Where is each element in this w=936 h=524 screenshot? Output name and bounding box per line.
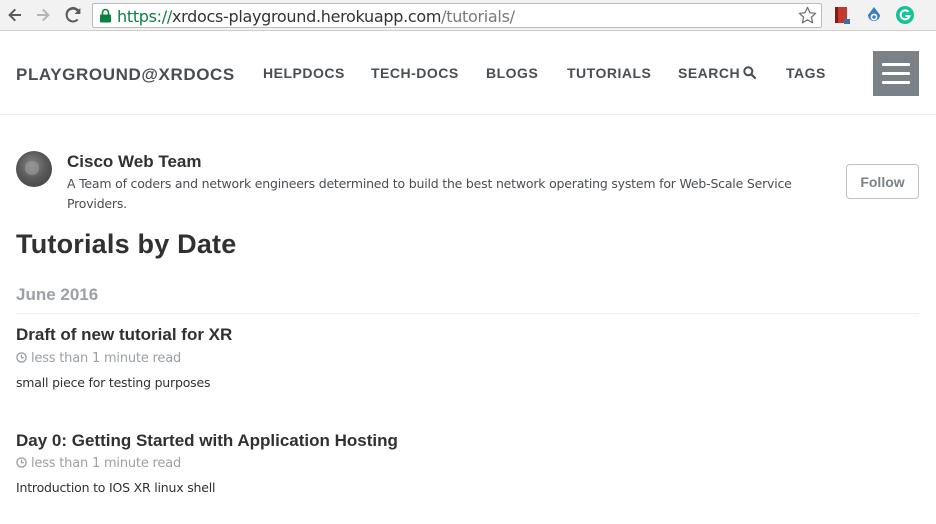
post-title-link[interactable]: Day 0: Getting Started with Application … [16,431,398,451]
author-avatar [16,151,52,187]
page-title: Tutorials by Date [16,229,237,259]
arrow-left-icon [8,8,21,22]
clock-icon [16,457,27,468]
nav-link-helpdocs[interactable]: HELPDOCS [263,65,345,81]
reload-button[interactable] [62,4,84,26]
hamburger-line-icon [882,72,910,75]
hamburger-menu-button[interactable] [873,51,919,96]
droplet-extension-icon[interactable] [864,5,884,25]
url-path: /tutorials/ [441,7,515,26]
archive-group-title: June 2016 [16,285,99,304]
bookmark-star-icon[interactable] [798,6,817,25]
forward-button[interactable] [32,4,54,26]
post-read-time: less than 1 minute read [16,456,181,471]
hamburger-line-icon [882,81,910,84]
grammarly-extension-icon[interactable] [895,5,915,25]
address-bar[interactable]: https://xrdocs-playground.herokuapp.com/… [92,3,822,28]
divider [16,313,919,314]
author-bio: A Team of coders and network engineers d… [67,176,792,211]
author-name: Cisco Web Team [67,152,202,171]
nav-link-blogs[interactable]: BLOGS [486,65,538,81]
site-masthead: PLAYGROUND@XRDOCS HELPDOCS TECH-DOCS BLO… [0,31,936,115]
reload-icon [65,7,81,23]
hamburger-line-icon [882,63,910,66]
url-text: https://xrdocs-playground.herokuapp.com/… [117,7,515,26]
back-button[interactable] [4,4,26,26]
lock-icon [100,8,111,23]
nav-link-tags[interactable]: TAGS [786,65,826,81]
post-read-time: less than 1 minute read [16,351,181,366]
nav-link-tutorials[interactable]: TUTORIALS [567,65,651,81]
post-excerpt: Introduction to IOS XR linux shell [16,480,216,495]
site-title-link[interactable]: PLAYGROUND@XRDOCS [16,65,235,85]
nav-link-tech-docs[interactable]: TECH-DOCS [371,65,459,81]
nav-search-label: SEARCH [678,65,741,81]
bookmark-extension-icon[interactable] [832,5,852,25]
read-time-label: less than 1 minute read [31,456,182,471]
post-title-link[interactable]: Draft of new tutorial for XR [16,325,232,345]
browser-toolbar: https://xrdocs-playground.herokuapp.com/… [0,0,936,31]
url-host: xrdocs-playground.herokuapp.com [171,7,442,26]
post-excerpt: small piece for testing purposes [16,375,211,390]
arrow-right-icon [37,8,50,22]
read-time-label: less than 1 minute read [31,351,182,366]
search-icon [743,66,757,79]
follow-button[interactable]: Follow [846,164,919,199]
nav-link-search[interactable]: SEARCH [678,65,757,81]
url-scheme: https:// [117,7,172,26]
clock-icon [16,352,27,363]
